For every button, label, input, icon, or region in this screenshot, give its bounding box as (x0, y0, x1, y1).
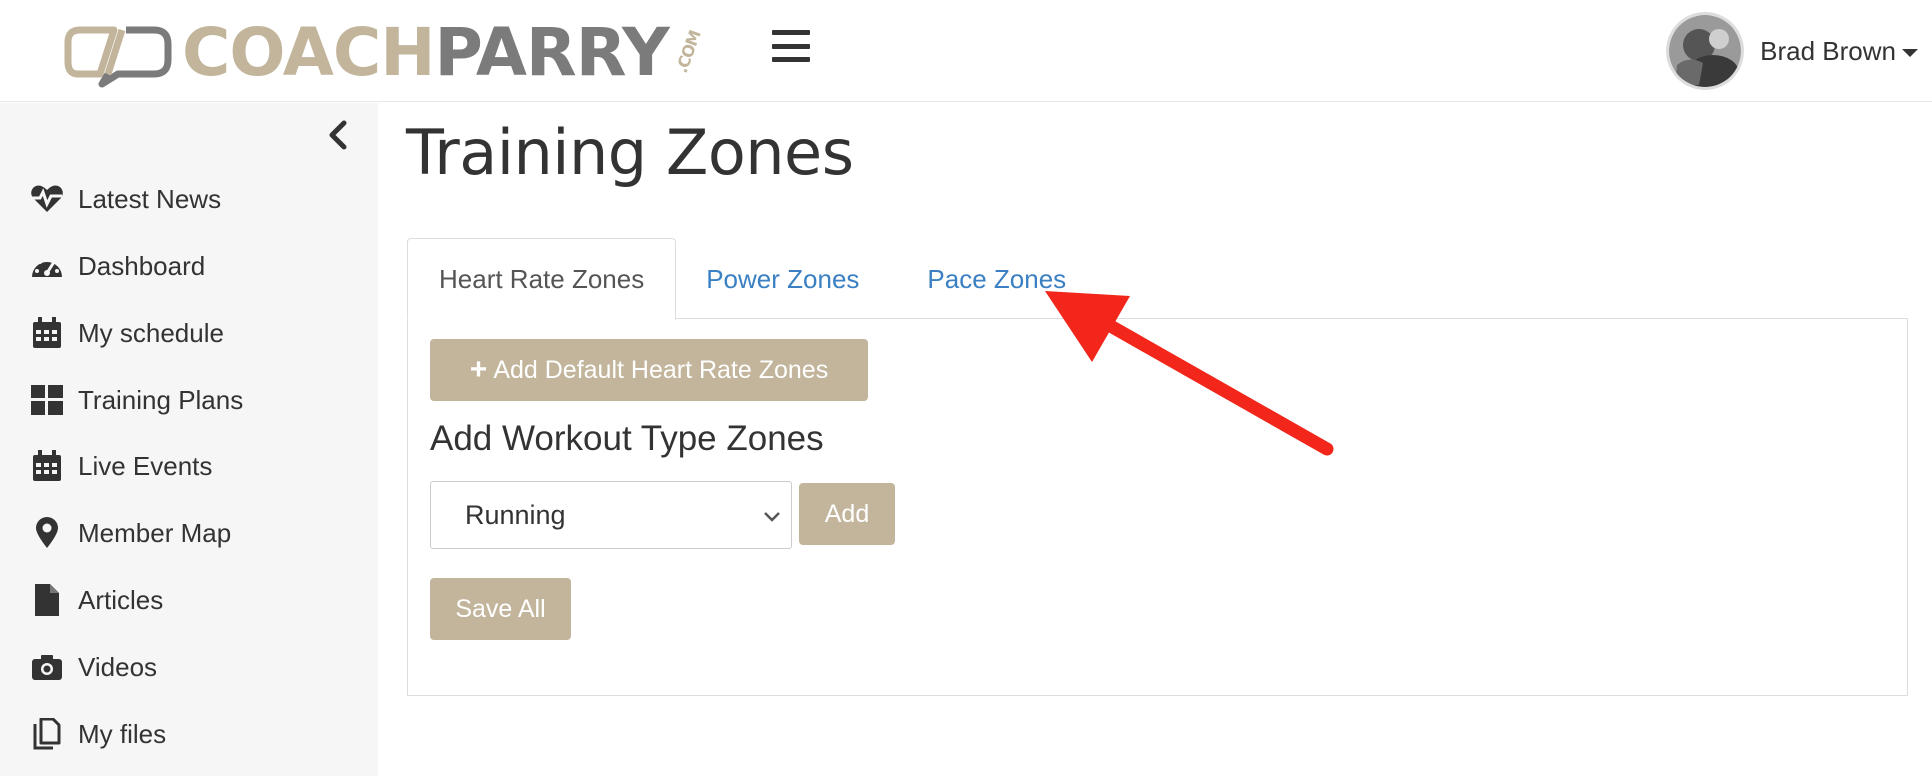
coachparry-logo[interactable]: COACH PARRY .COM (62, 18, 710, 88)
sidebar-item-live-events[interactable]: Live Events (30, 446, 212, 486)
logo-wordmark: COACH PARRY .COM (182, 20, 710, 86)
sidebar-item-member-map[interactable]: Member Map (30, 513, 231, 553)
sidebar-item-label: Latest News (78, 183, 222, 214)
tachometer-icon (30, 249, 64, 283)
sidebar-item-my-files[interactable]: My files (30, 714, 166, 754)
tab-power-zones[interactable]: Power Zones (676, 238, 889, 320)
page-title: Training Zones (406, 116, 854, 189)
sidebar-item-articles[interactable]: Articles (30, 580, 163, 620)
hamburger-icon[interactable] (772, 30, 810, 62)
sidebar-item-label: Articles (78, 584, 164, 615)
chevron-left-icon[interactable] (322, 117, 352, 153)
grid-icon (30, 383, 64, 417)
user-menu[interactable]: Brad Brown (1666, 12, 1918, 90)
logo-mark-icon (64, 26, 172, 88)
sidebar-item-label: My schedule (78, 317, 224, 348)
sidebar-item-label: Member Map (78, 517, 232, 548)
workout-type-selected: Running (465, 499, 566, 530)
sidebar-item-label: My files (78, 718, 167, 749)
sidebar-item-dashboard[interactable]: Dashboard (30, 246, 205, 286)
tab-heart-rate-zones[interactable]: Heart Rate Zones (407, 238, 677, 320)
tab-pace-zones[interactable]: Pace Zones (889, 238, 1096, 320)
sidebar-item-label: Dashboard (78, 250, 206, 281)
camera-icon (30, 650, 64, 684)
user-name: Brad Brown (1760, 35, 1896, 66)
save-all-button[interactable]: Save All (430, 578, 571, 640)
zone-tabs: Heart Rate Zones Power Zones Pace Zones (407, 238, 1096, 320)
add-default-heart-rate-zones-button[interactable]: + Add Default Heart Rate Zones (430, 339, 868, 401)
heartbeat-icon (30, 182, 64, 216)
chevron-down-icon (761, 504, 783, 535)
add-workout-zone-button[interactable]: Add (799, 483, 895, 545)
caret-down-icon (1902, 49, 1918, 57)
plus-icon: + (469, 353, 488, 386)
avatar (1666, 12, 1745, 90)
add-workout-type-zones-heading: Add Workout Type Zones (430, 419, 824, 458)
logo-coach-text: COACH (182, 14, 436, 91)
calendar-icon (30, 449, 64, 483)
logo-parry-text: PARRY (434, 14, 670, 91)
logo-com-text: .COM (671, 28, 705, 76)
sidebar-item-label: Live Events (78, 450, 213, 481)
add-default-label: Add Default Heart Rate Zones (493, 355, 829, 384)
sidebar-item-my-schedule[interactable]: My schedule (30, 313, 224, 353)
sidebar-item-label: Training Plans (78, 384, 244, 415)
map-marker-icon (30, 516, 64, 550)
sidebar-item-videos[interactable]: Videos (30, 647, 157, 687)
sidebar-item-latest-news[interactable]: Latest News (30, 179, 221, 219)
copy-icon (30, 717, 64, 751)
file-icon (30, 583, 64, 617)
sidebar-item-label: Videos (78, 651, 158, 682)
workout-type-select[interactable]: Running (430, 481, 792, 549)
sidebar: Latest News Dashboard My schedule Traini… (0, 103, 378, 776)
top-header: COACH PARRY .COM Brad Brown (0, 0, 1932, 102)
sidebar-item-training-plans[interactable]: Training Plans (30, 380, 243, 420)
calendar-icon (30, 316, 64, 350)
heart-rate-zones-panel: + Add Default Heart Rate Zones Add Worko… (407, 318, 1908, 696)
